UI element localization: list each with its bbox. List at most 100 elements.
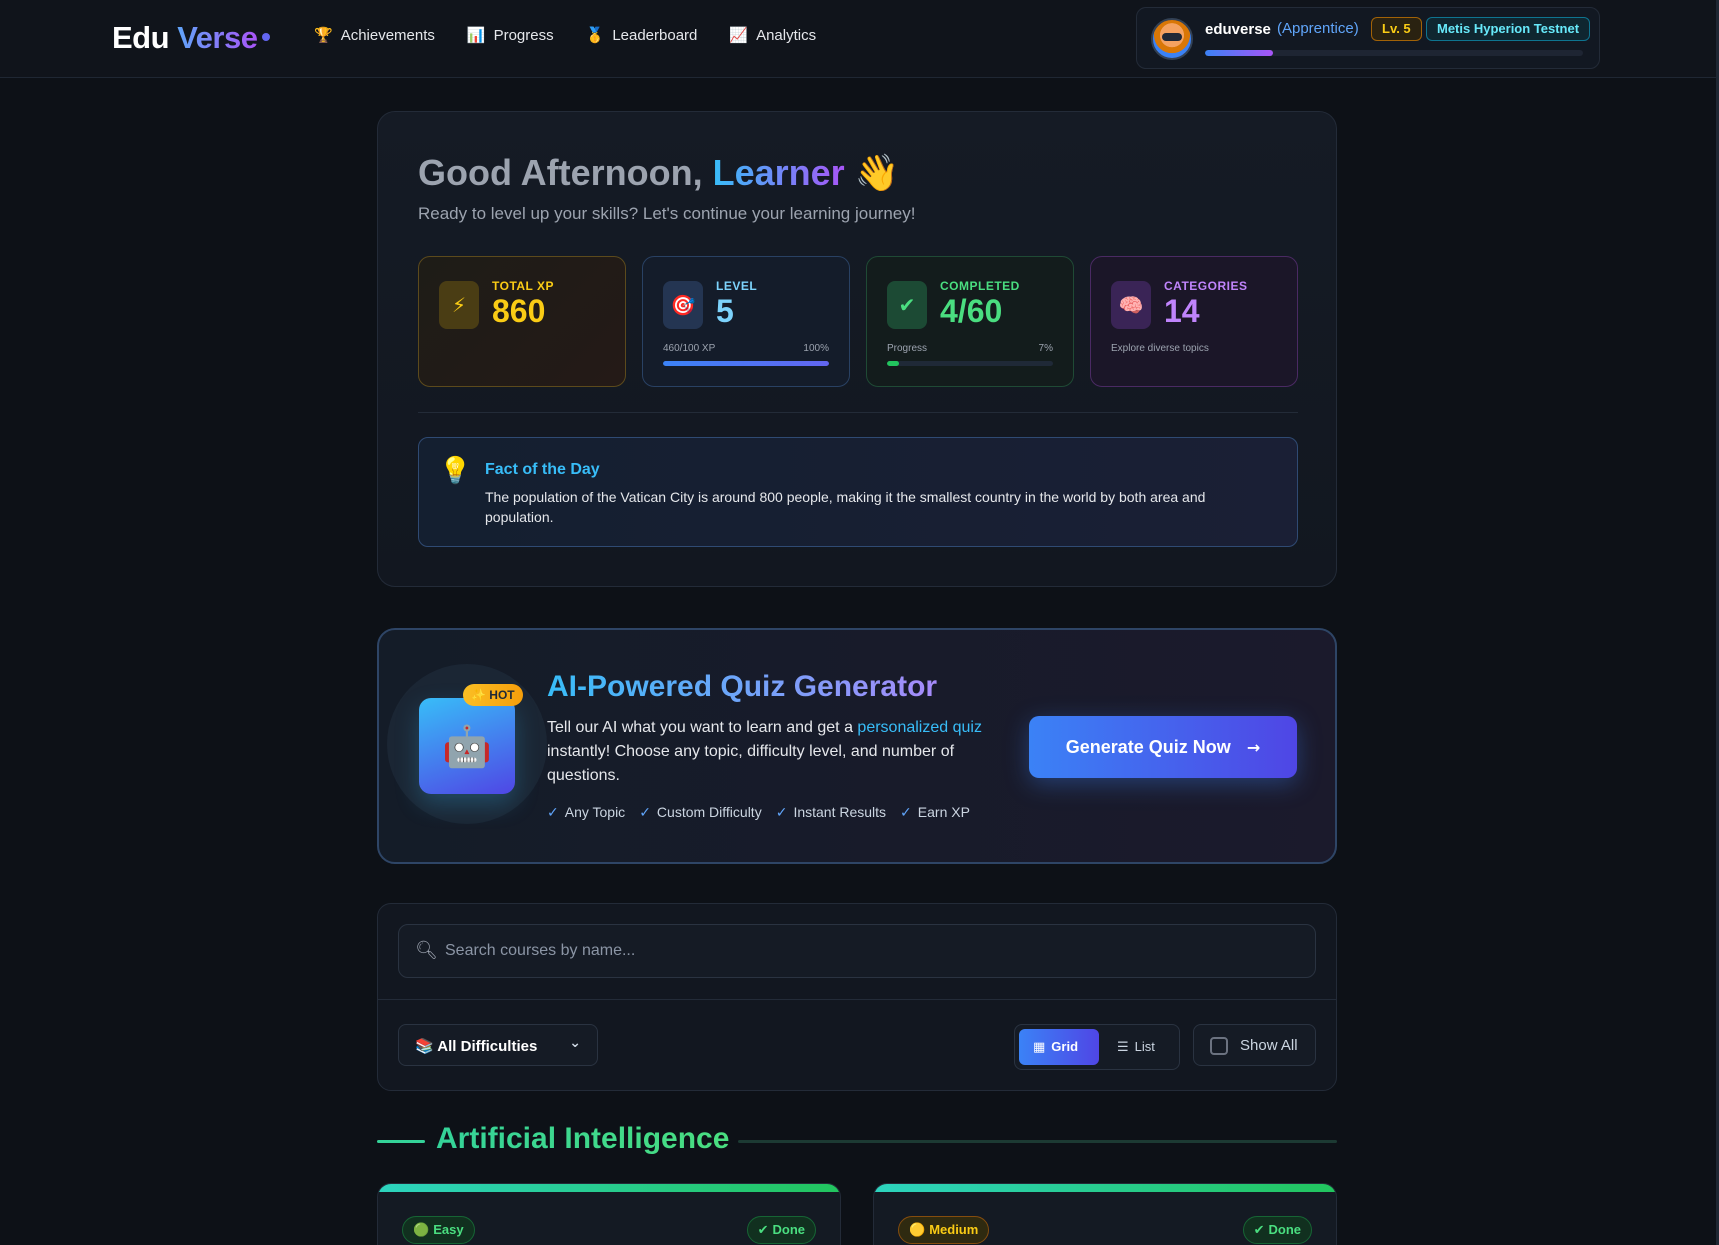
course-card[interactable]: 🟡 Medium ✔ Done bbox=[873, 1183, 1337, 1245]
section-title: Artificial Intelligence bbox=[436, 1122, 730, 1155]
status-label: Done bbox=[772, 1222, 806, 1237]
ai-desc-highlight: personalized quiz bbox=[857, 719, 982, 736]
greeting-name: Learner bbox=[712, 152, 845, 193]
difficulty-label: Medium bbox=[929, 1222, 979, 1237]
network-badge[interactable]: Metis Hyperion Testnet bbox=[1426, 17, 1591, 41]
nav-analytics[interactable]: 📈 Analytics bbox=[729, 26, 816, 44]
difficulty-label: Easy bbox=[433, 1222, 464, 1237]
ai-quiz-generator-card: 🤖 ✨ HOT AI-Powered Quiz Generator Tell o… bbox=[377, 628, 1337, 864]
section-line-right bbox=[738, 1140, 1337, 1143]
greeting-text: Good Afternoon, bbox=[418, 152, 703, 193]
nav-progress[interactable]: 📊 Progress bbox=[467, 26, 554, 44]
search-icon: 🔍︎ bbox=[415, 940, 438, 961]
feature-label: Custom Difficulty bbox=[656, 804, 762, 820]
trophy-icon: 🏆 bbox=[314, 26, 333, 44]
nav-progress-label: Progress bbox=[493, 26, 554, 44]
chevron-down-icon: ⌄ bbox=[569, 1035, 581, 1051]
feature-item: ✓ Custom Difficulty bbox=[639, 804, 762, 821]
nav-leaderboard[interactable]: 🥇 Leaderboard bbox=[586, 26, 698, 44]
greeting-heading: Good Afternoon, Learner 👋 bbox=[418, 152, 900, 194]
stat-completed: ✔ COMPLETED 4/60 Progress 7% bbox=[866, 256, 1074, 387]
difficulty-badge: 🟡 Medium bbox=[898, 1216, 990, 1244]
greeting-subtitle: Ready to level up your skills? Let's con… bbox=[418, 204, 916, 223]
level-progress-bar bbox=[663, 361, 829, 366]
welcome-card: Good Afternoon, Learner 👋 Ready to level… bbox=[377, 111, 1337, 587]
course-filter-panel: 🔍︎ 📚 All Difficulties ⌄ ▦ Grid ☰ List Show… bbox=[377, 903, 1337, 1091]
stat-footer-right: 7% bbox=[1038, 343, 1053, 354]
stat-value: 14 bbox=[1164, 293, 1200, 329]
user-xp-bar bbox=[1205, 50, 1583, 56]
lightning-icon: ⚡ bbox=[439, 281, 479, 329]
lightbulb-icon: 💡 bbox=[439, 456, 472, 486]
yellow-circle-icon: 🟡 bbox=[909, 1223, 926, 1238]
robot-icon: 🤖 bbox=[419, 698, 515, 794]
check-circle-icon: ✔ bbox=[887, 281, 927, 329]
status-badge: ✔ Done bbox=[1242, 1216, 1312, 1244]
fact-of-the-day: 💡 Fact of the Day The population of the … bbox=[418, 437, 1298, 547]
ai-desc-part2: instantly! Choose any topic, difficulty … bbox=[547, 743, 955, 784]
nav-achievements-label: Achievements bbox=[340, 26, 435, 44]
feature-item: ✓ Earn XP bbox=[900, 804, 970, 821]
stat-value: 4/60 bbox=[940, 293, 1003, 329]
fact-text: The population of the Vatican City is ar… bbox=[485, 489, 1206, 525]
completed-progress-fill bbox=[887, 361, 899, 366]
difficulty-selected: 📚 All Difficulties bbox=[415, 1038, 538, 1055]
brain-icon: 🧠 bbox=[1111, 281, 1151, 329]
bar-chart-icon: 📊 bbox=[466, 26, 486, 44]
section-line-left bbox=[377, 1140, 425, 1143]
difficulty-select[interactable]: 📚 All Difficulties ⌄ bbox=[398, 1024, 598, 1066]
show-all-toggle[interactable]: Show All bbox=[1193, 1024, 1316, 1066]
stat-total-xp: ⚡ TOTAL XP 860 bbox=[418, 256, 626, 387]
stat-level: 🎯 LEVEL 5 460/100 XP 100% bbox=[642, 256, 850, 387]
stat-value: 5 bbox=[716, 293, 734, 329]
target-icon: 🎯 bbox=[663, 281, 703, 329]
nav-leaderboard-label: Leaderboard bbox=[612, 26, 698, 44]
stat-label: COMPLETED bbox=[940, 279, 1020, 293]
list-icon: ☰ bbox=[1117, 1040, 1129, 1055]
stat-value: 860 bbox=[492, 293, 546, 329]
check-icon: ✓ bbox=[775, 805, 788, 821]
nav-achievements[interactable]: 🏆 Achievements bbox=[314, 26, 435, 44]
avatar-goggles bbox=[1162, 33, 1182, 41]
stat-footer-right: 100% bbox=[803, 343, 829, 354]
level-badge: Lv. 5 bbox=[1371, 17, 1422, 41]
feature-label: Instant Results bbox=[793, 804, 887, 820]
generate-quiz-label: Generate Quiz Now bbox=[1065, 736, 1231, 757]
top-navbar: Edu Verse 🏆 Achievements 📊 Progress 🥇 Le… bbox=[0, 0, 1719, 78]
status-label: Done bbox=[1268, 1222, 1302, 1237]
check-icon: ✓ bbox=[547, 805, 559, 821]
view-toggle: ▦ Grid ☰ List bbox=[1014, 1024, 1180, 1070]
search-input[interactable] bbox=[445, 925, 1305, 977]
stat-footer-left: Explore diverse topics bbox=[1111, 343, 1209, 354]
course-card-accent bbox=[874, 1184, 1336, 1192]
grid-view-button[interactable]: ▦ Grid bbox=[1019, 1029, 1099, 1065]
difficulty-badge: 🟢 Easy bbox=[402, 1216, 475, 1244]
username: eduverse bbox=[1205, 21, 1271, 38]
avatar[interactable] bbox=[1151, 18, 1193, 60]
stat-footer-left: 460/100 XP bbox=[663, 343, 716, 354]
check-icon: ✓ bbox=[639, 805, 651, 821]
ai-card-description: Tell our AI what you want to learn and g… bbox=[547, 716, 997, 788]
feature-item: ✓ Any Topic bbox=[547, 804, 625, 821]
level-progress-fill bbox=[663, 361, 829, 366]
generate-quiz-button[interactable]: Generate Quiz Now → bbox=[1029, 716, 1297, 778]
user-rank: (Apprentice) bbox=[1277, 20, 1359, 37]
show-all-label: Show All bbox=[1240, 1037, 1298, 1054]
show-all-checkbox[interactable] bbox=[1210, 1037, 1228, 1055]
stat-label: LEVEL bbox=[716, 279, 758, 293]
wave-icon: 👋 bbox=[854, 153, 900, 194]
app-logo[interactable]: Edu Verse bbox=[112, 20, 258, 56]
ai-desc-part1: Tell our AI what you want to learn and g… bbox=[547, 719, 858, 736]
feature-item: ✓ Instant Results bbox=[776, 804, 886, 821]
check-icon: ✓ bbox=[900, 805, 912, 821]
search-box[interactable]: 🔍︎ bbox=[398, 924, 1316, 978]
ai-card-title: AI-Powered Quiz Generator bbox=[547, 670, 938, 703]
check-circle-icon: ✔ bbox=[757, 1223, 769, 1238]
grid-icon: ▦ bbox=[1033, 1040, 1046, 1055]
list-view-button[interactable]: ☰ List bbox=[1103, 1029, 1175, 1065]
nav-links: 🏆 Achievements 📊 Progress 🥇 Leaderboard … bbox=[314, 26, 848, 44]
course-card[interactable]: 🟢 Easy ✔ Done bbox=[377, 1183, 841, 1245]
feature-label: Any Topic bbox=[564, 804, 626, 820]
stat-label: TOTAL XP bbox=[492, 279, 555, 293]
chart-up-icon: 📈 bbox=[729, 26, 749, 44]
